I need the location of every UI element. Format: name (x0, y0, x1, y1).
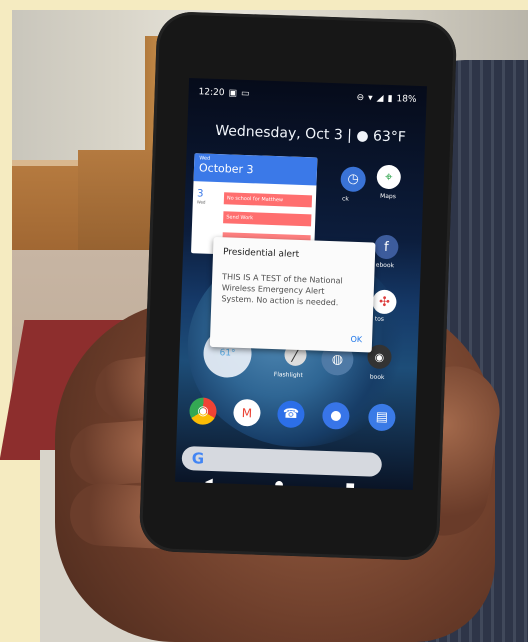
calendar-header: Wed October 3 (193, 153, 318, 186)
calendar-day-name: Wed (196, 199, 206, 205)
phone-screen: 12:20 ▣ ▭ ⊖ ▾ ◢ ▮ 18% Wednesday, Oct 3 |… (175, 77, 427, 491)
ok-button[interactable]: OK (350, 335, 362, 344)
calendar-event[interactable]: No school for Matthew (223, 192, 313, 208)
status-bar: 12:20 ▣ ▭ ⊖ ▾ ◢ ▮ 18% (198, 84, 416, 108)
signal-icon: ◢ (376, 93, 384, 104)
calendar-date: October 3 (198, 161, 254, 177)
photos-label: tos (374, 315, 385, 323)
google-search-bar[interactable]: G (181, 445, 383, 477)
alert-title: Presidential alert (222, 247, 300, 260)
chrome-icon[interactable]: ◉ (189, 397, 217, 426)
calendar-day: 3 Wed (197, 188, 206, 204)
image-border-left (0, 0, 12, 450)
flashlight-label: Flashlight (273, 371, 303, 380)
image-border-bottom-left (0, 450, 40, 642)
do-not-disturb-icon: ⊖ (356, 92, 365, 104)
wifi-icon: ▾ (367, 93, 373, 104)
camera-label: book (369, 373, 385, 381)
facebook-label: ebook (375, 261, 395, 270)
calendar-event[interactable]: Send Work (223, 211, 312, 227)
messages-icon[interactable]: ▤ (367, 403, 396, 432)
facebook-icon[interactable]: f (373, 234, 399, 260)
status-time: 12:20 (198, 87, 225, 99)
alert-message: THIS IS A TEST of the National Wireless … (221, 272, 343, 308)
maps-label: Maps (379, 192, 397, 201)
wood-counter (78, 150, 153, 260)
maps-icon[interactable]: ⌖ (376, 164, 402, 190)
notification-icon: ▣ (228, 88, 238, 99)
battery-icon: ▮ (387, 93, 393, 105)
google-icon: G (191, 449, 205, 468)
calendar-day-number: 3 (196, 188, 204, 200)
presidential-alert-dialog: Presidential alert THIS IS A TEST of the… (209, 236, 376, 353)
photo-scene: 12:20 ▣ ▭ ⊖ ▾ ◢ ▮ 18% Wednesday, Oct 3 |… (0, 0, 528, 642)
message-icon: ▭ (240, 88, 250, 100)
date-weather: Wednesday, Oct 3 | ● 63°F (215, 122, 407, 146)
clock-icon[interactable]: ◷ (340, 166, 367, 193)
clock-label: ck (341, 195, 349, 203)
battery-level: 18% (396, 94, 417, 105)
image-border-top (0, 0, 528, 10)
